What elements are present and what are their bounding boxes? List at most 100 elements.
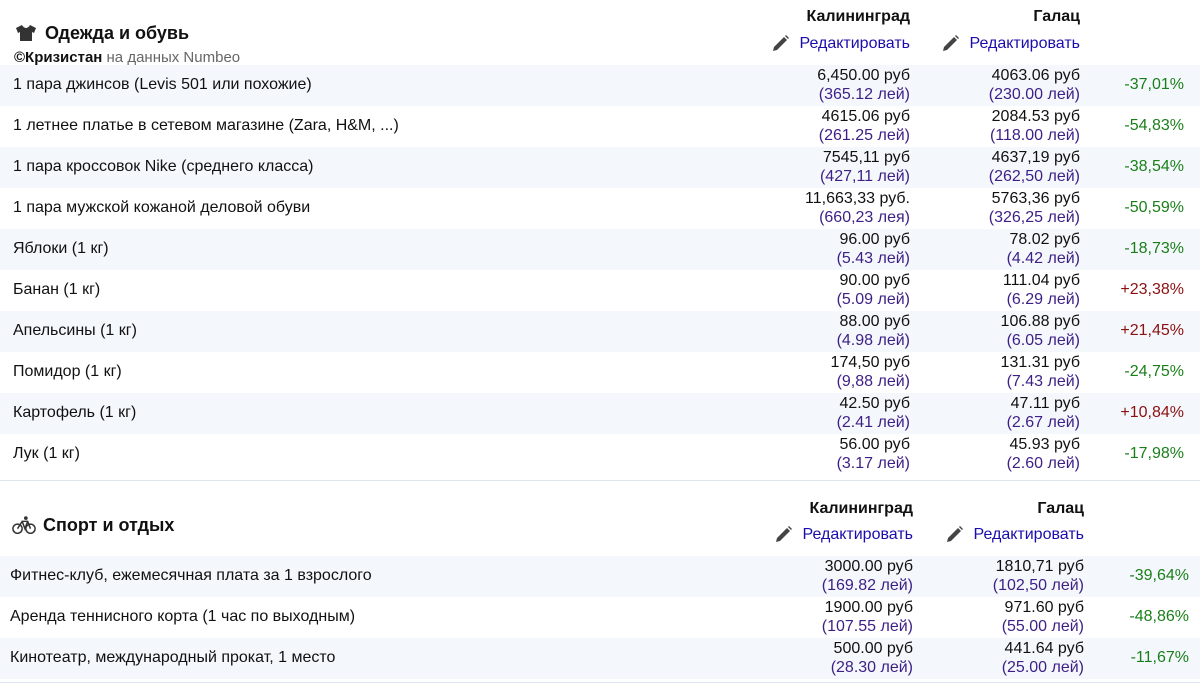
- price-difference: -48,86%: [1129, 608, 1189, 625]
- price-lei: (169.82 лей): [821, 577, 913, 594]
- price-rub: 6,450.00 руб: [817, 67, 910, 84]
- edit-city2-label: Редактировать: [969, 35, 1080, 52]
- credit-brand: ©Кризистан: [14, 49, 103, 66]
- price-city1: 88.00 руб (4.98 лей): [837, 312, 910, 350]
- price-rub: 45.93 руб: [1009, 436, 1080, 453]
- item-name: Банан (1 кг): [13, 281, 101, 298]
- price-city2: 4637,19 руб (262,50 лей): [989, 148, 1080, 186]
- price-difference: -39,64%: [1129, 567, 1189, 584]
- price-lei: (5.43 лей): [836, 250, 910, 267]
- sport-title: Спорт и отдых: [12, 514, 174, 536]
- price-difference: -18,73%: [1124, 240, 1184, 257]
- price-lei: (3.17 лей): [836, 455, 910, 472]
- pencil-icon: [941, 35, 961, 53]
- price-rub: 441.64 руб: [1004, 640, 1084, 657]
- section-divider: [0, 480, 1200, 481]
- price-difference: -17,98%: [1124, 445, 1184, 462]
- price-rub: 3000.00 руб: [824, 558, 913, 575]
- price-lei: (6.29 лей): [1006, 291, 1080, 308]
- price-rub: 56.00 руб: [839, 436, 910, 453]
- price-lei: (326,25 лей): [988, 209, 1080, 226]
- price-difference: -37,01%: [1124, 76, 1184, 93]
- edit-city2-button[interactable]: Редактировать: [941, 35, 1080, 53]
- edit-city1-button[interactable]: Редактировать: [771, 35, 910, 53]
- price-rub: 106.88 руб: [1000, 313, 1080, 330]
- item-name: Лук (1 кг): [13, 445, 80, 462]
- price-difference: -11,67%: [1130, 649, 1189, 666]
- price-city2: 971.60 руб (55.00 лей): [1002, 598, 1084, 636]
- price-city2: 78.02 руб (4.42 лей): [1007, 230, 1080, 268]
- price-difference: +23,38%: [1120, 281, 1184, 298]
- price-rub: 174,50 руб: [830, 354, 910, 371]
- price-lei: (25.00 лей): [1001, 659, 1084, 676]
- price-lei: (102,50 лей): [992, 577, 1084, 594]
- price-city1: 500.00 руб (28.30 лей): [831, 639, 913, 677]
- city2-header: Галац: [1033, 8, 1080, 25]
- price-lei: (365.12 лей): [818, 86, 910, 103]
- clothing-rows: 1 пара джинсов (Levis 501 или похожие) 6,…: [0, 65, 1200, 475]
- price-rub: 4637,19 руб: [991, 149, 1080, 166]
- price-city2: 5763,36 руб (326,25 лей): [989, 189, 1080, 227]
- price-lei: (4.42 лей): [1006, 250, 1080, 267]
- price-rub: 5763,36 руб: [991, 190, 1080, 207]
- price-lei: (660,23 лея): [819, 209, 910, 226]
- sport-header: Спорт и отдых Калининград Галац Редактир…: [0, 484, 1200, 556]
- edit-city1-label: Редактировать: [802, 526, 913, 543]
- item-name: Аренда теннисного корта (1 час по выходн…: [10, 608, 356, 625]
- edit-city2-button[interactable]: Редактировать: [945, 526, 1084, 544]
- clothing-title-text: Одежда и обувь: [45, 22, 190, 43]
- item-name: Апельсины (1 кг): [13, 322, 137, 339]
- price-city1: 96.00 руб (5.43 лей): [837, 230, 910, 268]
- price-rub: 1810,71 руб: [995, 558, 1084, 575]
- price-lei: (262,50 лей): [988, 168, 1080, 185]
- item-name: 1 пара кроссовок Nike (среднего класса): [13, 158, 314, 175]
- city1-header: Калининград: [806, 8, 910, 25]
- price-city1: 6,450.00 руб (365.12 лей): [817, 66, 910, 104]
- price-rub: 90.00 руб: [839, 272, 910, 289]
- item-name: Кинотеатр, международный прокат, 1 место: [10, 649, 336, 666]
- sport-rows: Фитнес-клуб, ежемесячная плата за 1 взро…: [0, 556, 1200, 679]
- table-row: 1 пара джинсов (Levis 501 или похожие) 6,…: [0, 65, 1200, 106]
- table-row: Яблоки (1 кг) 96.00 руб (5.43 лей) 78.02 ру…: [0, 229, 1200, 270]
- item-name: 1 пара джинсов (Levis 501 или похожие): [13, 76, 312, 93]
- sport-section: Спорт и отдых Калининград Галац Редактир…: [0, 484, 1200, 686]
- item-name: Картофель (1 кг): [13, 404, 137, 421]
- price-rub: 2084.53 руб: [991, 108, 1080, 125]
- source-credit: ©Кризистан на данных Numbeo: [14, 49, 240, 66]
- price-lei: (4.98 лей): [836, 332, 910, 349]
- credit-source: на данных Numbeo: [102, 49, 241, 66]
- price-city2: 45.93 руб (2.60 лей): [1007, 435, 1080, 473]
- table-row: Кинотеатр, международный прокат, 1 место…: [0, 638, 1200, 679]
- bicycle-icon: [12, 514, 36, 536]
- price-city1: 3000.00 руб (169.82 лей): [822, 557, 913, 595]
- price-city1: 174,50 руб (9,88 лей): [831, 353, 910, 391]
- price-lei: (107.55 лей): [821, 618, 913, 635]
- price-lei: (2.60 лей): [1006, 455, 1080, 472]
- edit-city1-label: Редактировать: [799, 35, 910, 52]
- item-name: Помидор (1 кг): [13, 363, 122, 380]
- table-row: 1 пара кроссовок Nike (среднего класса) 7…: [0, 147, 1200, 188]
- clothing-title: Одежда и обувь: [14, 22, 189, 44]
- price-rub: 1900.00 руб: [824, 599, 913, 616]
- price-lei: (427,11 лей): [819, 168, 910, 185]
- price-city2: 131.31 руб (7.43 лей): [1001, 353, 1080, 391]
- price-city2: 106.88 руб (6.05 лей): [1001, 312, 1080, 350]
- price-city2: 111.04 руб (6.29 лей): [1003, 271, 1080, 309]
- sport-title-text: Спорт и отдых: [43, 514, 175, 535]
- price-rub: 88.00 руб: [839, 313, 910, 330]
- price-city2: 2084.53 руб (118.00 лей): [990, 107, 1080, 145]
- price-lei: (7.43 лей): [1006, 373, 1080, 390]
- price-difference: -50,59%: [1124, 199, 1184, 216]
- price-city1: 1900.00 руб (107.55 лей): [822, 598, 913, 636]
- price-lei: (230.00 лей): [988, 86, 1080, 103]
- price-city2: 441.64 руб (25.00 лей): [1002, 639, 1084, 677]
- price-city1: 4615.06 руб (261.25 лей): [819, 107, 910, 145]
- table-row: 1 пара мужской кожаной деловой обуви 11,6…: [0, 188, 1200, 229]
- edit-city2-label: Редактировать: [973, 526, 1084, 543]
- city1-header: Калининград: [809, 500, 913, 517]
- edit-city1-button[interactable]: Редактировать: [774, 526, 913, 544]
- table-row: Помидор (1 кг) 174,50 руб (9,88 лей) 131.31…: [0, 352, 1200, 393]
- table-row: Лук (1 кг) 56.00 руб (3.17 лей) 45.93 руб (2…: [0, 434, 1200, 475]
- price-difference: -24,75%: [1124, 363, 1184, 380]
- price-rub: 47.11 руб: [1010, 395, 1080, 412]
